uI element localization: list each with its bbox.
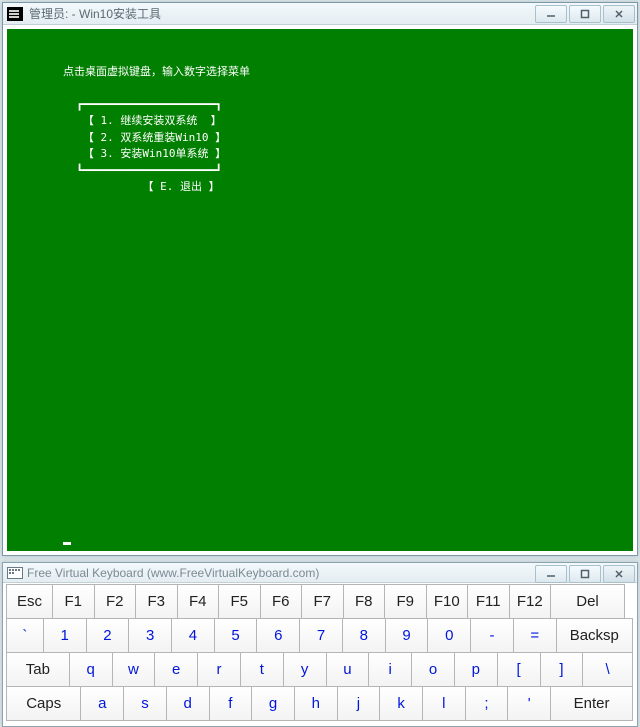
key-u[interactable]: u (326, 652, 370, 687)
keyboard-row-3: Tab q w e r t y u i o p [ ] \ (7, 653, 633, 687)
key-5[interactable]: 5 (214, 618, 258, 653)
key-f2[interactable]: F2 (94, 584, 137, 619)
key-caps[interactable]: Caps (6, 686, 81, 721)
close-icon (614, 9, 624, 19)
key-lbracket[interactable]: [ (497, 652, 541, 687)
key-enter[interactable]: Enter (550, 686, 633, 721)
minimize-icon (546, 569, 556, 579)
key-f1[interactable]: F1 (52, 584, 95, 619)
key-k[interactable]: k (379, 686, 423, 721)
key-y[interactable]: y (283, 652, 327, 687)
keyboard-title: Free Virtual Keyboard (www.FreeVirtualKe… (27, 566, 319, 580)
menu-item-1: 【 1. 继续安装双系统 】 (83, 112, 222, 129)
console-title: 管理员: - Win10安装工具 (27, 5, 161, 22)
key-f11[interactable]: F11 (467, 584, 510, 619)
key-dash[interactable]: - (470, 618, 514, 653)
key-h[interactable]: h (294, 686, 338, 721)
key-f[interactable]: f (209, 686, 253, 721)
menu-exit: 【 E. 退出 】 (142, 178, 219, 195)
key-o[interactable]: o (411, 652, 455, 687)
keyboard-icon (7, 567, 23, 579)
key-f8[interactable]: F8 (343, 584, 386, 619)
key-a[interactable]: a (80, 686, 124, 721)
key-del[interactable]: Del (550, 584, 625, 619)
console-header: 点击桌面虚拟键盘，输入数字选择菜单 (63, 63, 250, 80)
console-body[interactable]: 点击桌面虚拟键盘，输入数字选择菜单 ┏━━━━━━━━━━━━━━━━━━━━┓… (7, 29, 633, 551)
console-window: 管理员: - Win10安装工具 点击桌面虚拟键盘，输入数字选择菜单 ┏━━━━… (2, 2, 638, 556)
menu-item-2: 【 2. 双系统重装Win10 】 (83, 129, 226, 146)
kbd-maximize-button[interactable] (569, 565, 601, 583)
key-backtick[interactable]: ` (6, 618, 44, 653)
keyboard-titlebar: Free Virtual Keyboard (www.FreeVirtualKe… (3, 563, 637, 583)
cursor (63, 542, 71, 545)
key-equals[interactable]: = (513, 618, 557, 653)
key-9[interactable]: 9 (385, 618, 429, 653)
key-f3[interactable]: F3 (135, 584, 178, 619)
maximize-icon (580, 569, 590, 579)
key-8[interactable]: 8 (342, 618, 386, 653)
menu-item-3: 【 3. 安装Win10单系统 】 (83, 145, 226, 162)
menu-divider-top: ┏━━━━━━━━━━━━━━━━━━━━┓ (76, 98, 222, 111)
keyboard-row-1: Esc F1 F2 F3 F4 F5 F6 F7 F8 F9 F10 F11 F… (7, 585, 633, 619)
key-p[interactable]: p (454, 652, 498, 687)
key-7[interactable]: 7 (299, 618, 343, 653)
key-g[interactable]: g (251, 686, 295, 721)
keyboard-row-2: ` 1 2 3 4 5 6 7 8 9 0 - = Backsp (7, 619, 633, 653)
key-1[interactable]: 1 (43, 618, 87, 653)
key-3[interactable]: 3 (128, 618, 172, 653)
key-f7[interactable]: F7 (301, 584, 344, 619)
key-i[interactable]: i (368, 652, 412, 687)
key-f10[interactable]: F10 (426, 584, 469, 619)
keyboard-rows: Esc F1 F2 F3 F4 F5 F6 F7 F8 F9 F10 F11 F… (7, 585, 633, 721)
minimize-icon (546, 9, 556, 19)
minimize-button[interactable] (535, 5, 567, 23)
key-f9[interactable]: F9 (384, 584, 427, 619)
key-e[interactable]: e (154, 652, 198, 687)
key-4[interactable]: 4 (171, 618, 215, 653)
key-f4[interactable]: F4 (177, 584, 220, 619)
maximize-button[interactable] (569, 5, 601, 23)
cmd-icon (7, 7, 23, 21)
menu-divider-bot: ┗━━━━━━━━━━━━━━━━━━━━┛ (76, 164, 222, 177)
key-s[interactable]: s (123, 686, 167, 721)
key-rbracket[interactable]: ] (540, 652, 584, 687)
close-button[interactable] (603, 5, 635, 23)
maximize-icon (580, 9, 590, 19)
key-backspace[interactable]: Backsp (556, 618, 633, 653)
key-d[interactable]: d (166, 686, 210, 721)
key-f5[interactable]: F5 (218, 584, 261, 619)
keyboard-window: Free Virtual Keyboard (www.FreeVirtualKe… (2, 562, 638, 727)
key-r[interactable]: r (197, 652, 241, 687)
kbd-minimize-button[interactable] (535, 565, 567, 583)
key-6[interactable]: 6 (256, 618, 300, 653)
console-titlebar: 管理员: - Win10安装工具 (3, 3, 637, 25)
key-2[interactable]: 2 (86, 618, 130, 653)
keyboard-row-4: Caps a s d f g h j k l ; ' Enter (7, 687, 633, 721)
key-semicolon[interactable]: ; (465, 686, 509, 721)
close-icon (614, 569, 624, 579)
key-w[interactable]: w (112, 652, 156, 687)
key-t[interactable]: t (240, 652, 284, 687)
key-q[interactable]: q (69, 652, 113, 687)
key-l[interactable]: l (422, 686, 466, 721)
key-backslash[interactable]: \ (582, 652, 633, 687)
key-f6[interactable]: F6 (260, 584, 303, 619)
key-apostrophe[interactable]: ' (507, 686, 551, 721)
key-0[interactable]: 0 (427, 618, 471, 653)
kbd-close-button[interactable] (603, 565, 635, 583)
key-j[interactable]: j (337, 686, 381, 721)
key-f12[interactable]: F12 (509, 584, 552, 619)
key-tab[interactable]: Tab (6, 652, 70, 687)
key-esc[interactable]: Esc (6, 584, 53, 619)
